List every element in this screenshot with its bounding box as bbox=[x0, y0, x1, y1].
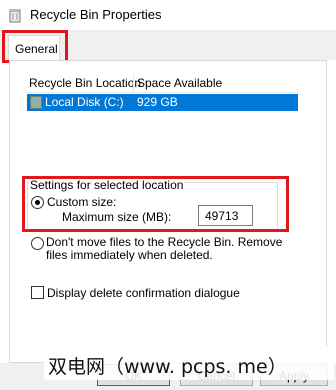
column-header-space[interactable]: Space Available bbox=[137, 76, 222, 90]
dont-move-radio[interactable] bbox=[31, 237, 44, 250]
settings-group-title: Settings for selected location bbox=[29, 178, 185, 192]
confirm-checkbox-label[interactable]: Display delete confirmation dialogue bbox=[47, 286, 240, 300]
location-cell: Local Disk (C:) bbox=[45, 95, 124, 109]
tab-general-label: General bbox=[15, 42, 58, 56]
dont-move-label[interactable]: Don't move files to the Recycle Bin. Rem… bbox=[46, 236, 286, 262]
confirm-checkbox[interactable] bbox=[31, 286, 44, 299]
max-size-label: Maximum size (MB): bbox=[62, 210, 172, 224]
column-divider[interactable] bbox=[133, 74, 134, 92]
watermark-text: 双电网（www. pcps. me） bbox=[44, 346, 334, 380]
tab-general[interactable]: General bbox=[8, 35, 60, 62]
list-header: Recycle Bin Location Space Available bbox=[27, 73, 298, 93]
recycle-bin-location-list[interactable]: Recycle Bin Location Space Available Loc… bbox=[27, 73, 298, 160]
column-header-location[interactable]: Recycle Bin Location bbox=[29, 76, 141, 90]
custom-size-radio[interactable] bbox=[31, 196, 44, 209]
drive-icon bbox=[30, 96, 42, 109]
custom-size-label[interactable]: Custom size: bbox=[47, 195, 116, 209]
title-bar: Recycle Bin Properties bbox=[0, 0, 336, 30]
max-size-input[interactable]: 49713 bbox=[198, 205, 253, 226]
space-cell: 929 GB bbox=[137, 95, 178, 109]
list-item[interactable]: Local Disk (C:) 929 GB bbox=[27, 94, 298, 111]
window-title: Recycle Bin Properties bbox=[30, 7, 162, 22]
recycle-bin-icon bbox=[9, 9, 21, 23]
